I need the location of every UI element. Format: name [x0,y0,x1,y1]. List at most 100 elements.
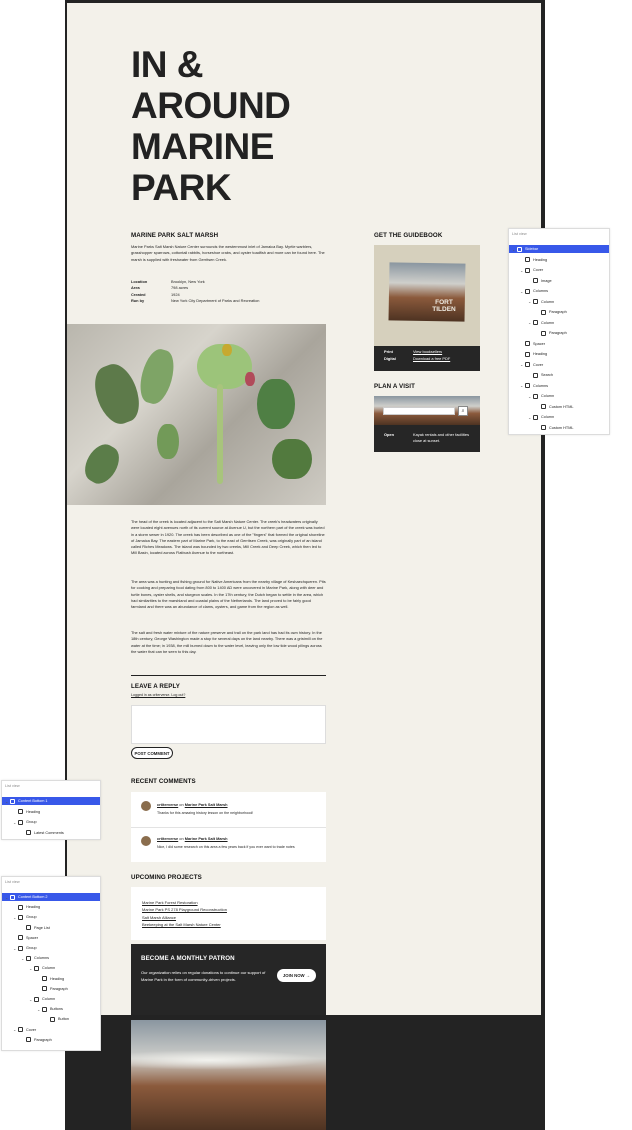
project-link[interactable]: Salt Marsh Alliance [142,914,227,921]
reply-textarea[interactable] [131,705,326,744]
view-booksellers-link[interactable]: View booksellers [413,349,442,354]
list-view-row[interactable]: Paragraph [509,329,609,337]
search-icon [533,372,538,378]
search-button[interactable]: ⌕ [458,406,468,416]
list-view-row[interactable]: Latest Comments [2,829,100,837]
download-pdf-link[interactable]: Download a free PDF [413,356,450,361]
group-icon [18,914,23,920]
button-icon [50,1016,55,1022]
list-view-row[interactable]: Spacer [509,340,609,348]
list-view-row-label: Search [541,373,554,377]
list-view-row[interactable]: ⌄ Cover [2,1026,100,1034]
list-view-row-label: Paragraph [549,310,567,314]
list-view-row-label: Spacer [533,341,546,346]
project-link[interactable]: Beekeeping at the Salt Marsh Nature Cent… [142,921,227,928]
paragraph-icon [541,309,546,315]
divider [131,827,326,828]
cover-icon [18,1027,23,1033]
post-comment-button[interactable]: POST COMMENT [131,747,173,759]
list-view-row[interactable]: ⌄ Group [2,818,100,826]
list-view-row[interactable]: Heading [2,975,100,983]
list-view-row-label: Cover [533,268,544,272]
list-view-row-label: Paragraph [549,331,567,335]
list-view-row-label: Heading [533,257,548,262]
list-view-row[interactable]: ⌄ Column [509,319,609,327]
spacer-icon [18,935,23,941]
list-view-row-label: Custom HTML [549,404,574,409]
list-view-row-label: Cover [26,1027,37,1032]
book-title: FORT TILDEN [432,299,456,313]
list-view-row[interactable]: Paragraph [2,1036,100,1044]
list-view-row[interactable]: Heading [2,808,100,816]
list-view-row[interactable]: Image [509,277,609,285]
list-view-row-label: Column [42,997,56,1001]
list-view-row-label: Heading [50,976,65,981]
template-part-icon [10,798,15,804]
list-view-row[interactable]: ⌄ Column [2,964,100,972]
list-view-row-label: Spacer [26,935,39,940]
list-view-row-label: Button [58,1017,69,1022]
list-view-row[interactable]: ⌄ Group [2,944,100,952]
list-view-row-label: Buttons [50,1007,63,1012]
list-view-row[interactable]: ⌄ Columns [509,287,609,295]
list-view-row[interactable]: Spacer [2,934,100,942]
column-icon [533,393,538,399]
list-view-row[interactable]: ⌄ Cover [509,266,609,274]
list-view-row[interactable]: ⌄ Column [509,392,609,400]
list-view-row[interactable]: Heading [509,350,609,358]
page-list-icon [26,925,31,931]
list-view-row[interactable]: Search [509,371,609,379]
list-view-row-label: Content Bottom 2 [18,895,48,899]
list-view-row[interactable]: ⌄ Column [509,413,609,421]
page-title: IN & AROUND MARINE PARK [131,44,291,208]
list-view-row[interactable]: ⌄ Cover [509,361,609,369]
search-input[interactable] [383,407,455,415]
list-view-row[interactable]: Custom HTML [509,424,609,432]
column-icon [34,996,39,1002]
join-now-button[interactable]: JOIN NOW → [277,969,316,982]
list-view-row[interactable]: ⌄ Sidebar [509,245,609,253]
list-view-row[interactable]: ⌄ Columns [509,382,609,390]
list-view-row[interactable]: ⌄ Column [2,995,100,1003]
list-view-row[interactable]: ⌄ Columns [2,954,100,962]
list-view-row[interactable]: ⌄ Content Bottom 2 [2,893,100,901]
list-view-row[interactable]: ⌄ Group [2,913,100,921]
cover-icon [525,267,530,273]
group-icon [18,819,23,825]
column-icon [533,414,538,420]
list-view-row-label: Image [541,278,552,283]
list-view-row-label: Columns [533,289,548,293]
list-view-row[interactable]: ⌄ Buttons [2,1005,100,1013]
list-view-row[interactable]: Custom HTML [509,403,609,411]
list-view-row[interactable]: ⌄ Column [509,298,609,306]
list-view-row[interactable]: ⌄ Content Bottom 1 [2,797,100,805]
list-view-row-label: Group [26,915,37,920]
buttons-icon [42,1006,47,1012]
patron-text: Our organization relies on regular donat… [141,970,266,982]
list-view-row-label: Heading [533,352,548,356]
list-view-row-label: Group [26,820,37,824]
list-view-row-label: Sidebar [525,247,539,251]
list-view-row-label: Paragraph [50,986,68,991]
list-view-row[interactable]: Heading [509,256,609,264]
bookmark-icon [18,809,23,814]
list-view-row[interactable]: Heading [2,903,100,911]
visit-heading: PLAN A VISIT [374,383,415,390]
list-view-row[interactable]: Paragraph [509,308,609,316]
guidebook-links-box: Print View booksellers Digital Download … [374,346,480,371]
list-view-row[interactable]: Button [2,1015,100,1023]
project-link[interactable]: Marine Park PS 278 Playground Reconstruc… [142,906,227,913]
list-view-row-label: Paragraph [34,1037,52,1042]
list-view-row-label: Column [541,415,555,419]
html-icon [541,425,546,430]
list-view-row[interactable]: Page List [2,924,100,932]
column-icon [533,299,538,304]
column-icon [34,965,39,971]
list-view-caption: List view [512,232,527,236]
list-view-row-label: Cover [533,362,544,367]
list-view-row[interactable]: Paragraph [2,985,100,993]
list-view-row-label: Columns [533,383,548,388]
logged-in-link[interactable]: Logged in as criterverse. Log out? [131,693,185,697]
project-link[interactable]: Marine Park Forest Restoration [142,899,227,906]
avatar [141,836,151,846]
